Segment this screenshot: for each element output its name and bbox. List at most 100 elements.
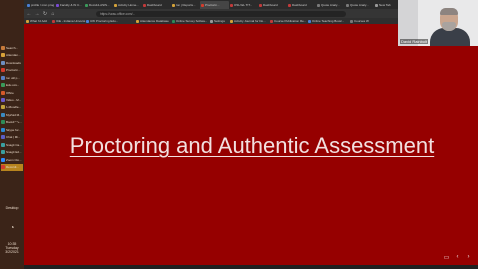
browser-tab[interactable]: Proctorin... [200,1,229,9]
bookmark-label: ICE - Indiana Universi... [56,19,88,23]
taskbar-item-label: Proctorin... [6,68,21,72]
tab-label: Quote Analy... [321,3,340,7]
desktop-label[interactable]: Desktop [0,206,24,210]
tab-favicon [143,3,146,7]
taskbar-item[interactable]: Book1* *+... [1,119,23,126]
taskbar: Search... Attendan... Downloads Proctorin..… [0,0,25,269]
tab-favicon [346,3,349,7]
bookmark-label: Course Publication Re... [274,19,307,23]
bookmark-label: UW Proctoring Edu... [90,19,119,23]
taskbar-item[interactable]: Proctorin... [1,67,23,74]
status-strip [24,265,478,269]
bookmark-label: Attendance Database [140,19,169,23]
app-icon [1,83,5,87]
tab-favicon [27,3,30,7]
taskbar-item-label: Attendan... [6,53,21,57]
tab-favicon [288,3,291,7]
app-icon [1,45,5,50]
taskbar-item[interactable]: Edu.ucs... [1,82,23,89]
tab-label: profile / msn progr... [31,3,54,7]
presenter-name: David Rainbolt [400,39,429,44]
bookmark-label: What I'd Add [30,19,47,23]
taskbar-item[interactable]: Attendan... [1,52,23,59]
bookmark-favicon [210,19,213,23]
reload-icon[interactable]: ↻ [42,11,48,17]
previous-slide-icon[interactable]: ‹ [454,254,461,261]
app-icon [1,135,5,139]
tab-favicon [172,3,175,7]
bookmark-favicon [52,19,55,23]
taskbar-item[interactable]: 1-Moodle... [1,104,23,111]
taskbar-item-label: Skype for... [6,127,22,132]
taskbar-item[interactable]: Ion util p... [1,74,23,81]
app-icon [1,157,5,162]
app-icon [1,75,5,80]
app-icon [1,150,5,154]
taskbar-item[interactable]: Office [1,89,23,96]
taskbar-item-label: Search... [6,45,19,50]
slideshow-menu-icon[interactable]: ▭ [443,254,450,261]
taskbar-item[interactable]: Snagit Ca... [1,141,23,148]
browser-tab[interactable]: Quote Analy... [316,1,345,9]
taskbar-item[interactable]: Downloads [1,59,23,66]
browser-tab[interactable]: Faculty & IN C... [55,1,84,9]
browser-tab[interactable]: Ion j Reports... [171,1,200,9]
tab-favicon [259,3,262,7]
tab-label: New Tab [379,3,391,7]
browser-tab[interactable]: Docs12-ASIS... [84,1,113,9]
tab-favicon [230,3,233,7]
tab-favicon [114,3,117,7]
browser-tab[interactable]: profile / msn progr... [26,1,55,9]
next-slide-icon[interactable]: › [465,254,472,261]
taskbar-item-label: Downloads [6,60,21,65]
presentation-slide: Proctoring and Authentic Assessment ▭ ‹ … [24,24,478,265]
bookmark-favicon [86,19,89,23]
wifi-icon[interactable]: ◔ [0,224,24,232]
app-icon [1,105,5,109]
taskbar-item[interactable]: Snagit Ed... [1,149,23,156]
address-bar[interactable]: https://ucsu.office.com/... [96,10,346,17]
slide-title: Proctoring and Authentic Assessment [69,133,435,158]
app-icon [1,165,5,169]
browser-tab[interactable]: Dashboard [287,1,316,9]
browser-tab[interactable]: Dashboard [258,1,287,9]
browser-tab[interactable]: Activity Home... [113,1,142,9]
tab-label: Faculty & IN C... [60,3,82,7]
tab-favicon [201,3,204,7]
tab-favicon [56,3,59,7]
bookmark-favicon [308,19,311,23]
browser-tab[interactable]: Dashboard [142,1,171,9]
bookmark-favicon [230,19,233,23]
taskbar-item-label: Book1* *+... [6,120,22,124]
forward-icon[interactable]: → [34,11,40,17]
app-icon [1,68,5,72]
tab-favicon [317,3,320,7]
webcam-feed: David Rainbolt [398,0,478,46]
taskbar-item[interactable]: Recordi... [1,163,23,171]
browser-tab[interactable]: OSU EL TIT... [229,1,258,9]
home-icon[interactable]: ⌂ [50,11,56,17]
tab-label: Ion j Reports... [176,3,196,7]
taskbar-item[interactable]: Video - M... [1,96,23,103]
taskbar-item[interactable]: Search... [1,44,23,51]
taskbar-item[interactable]: Chat | Mi... [1,134,23,141]
taskbar-item-label: Video - M... [6,97,22,102]
taskbar-item[interactable]: MyZoid M... [1,111,23,118]
app-icon [1,97,5,102]
back-icon[interactable]: ← [26,11,32,17]
tab-label: Quote Analy... [350,3,369,7]
presenter-hair [440,8,458,15]
taskbar-item-label: Ion util p... [6,75,20,80]
browser-tab[interactable]: Quote Analy... [345,1,374,9]
taskbar-item[interactable]: Zoom Clo... [1,156,23,163]
taskbar-item-label: Office [6,90,14,95]
bookmark-favicon [136,19,139,23]
app-icon [1,53,5,57]
bookmark-label: Settings [214,19,225,23]
tab-label: Dashboard [147,3,162,7]
app-icon [1,142,5,147]
bookmark-favicon [270,19,273,23]
taskbar-item[interactable]: Skype for... [1,126,23,133]
tab-label: Activity Home... [118,3,139,7]
tab-label: Docs12-ASIS... [89,3,110,7]
